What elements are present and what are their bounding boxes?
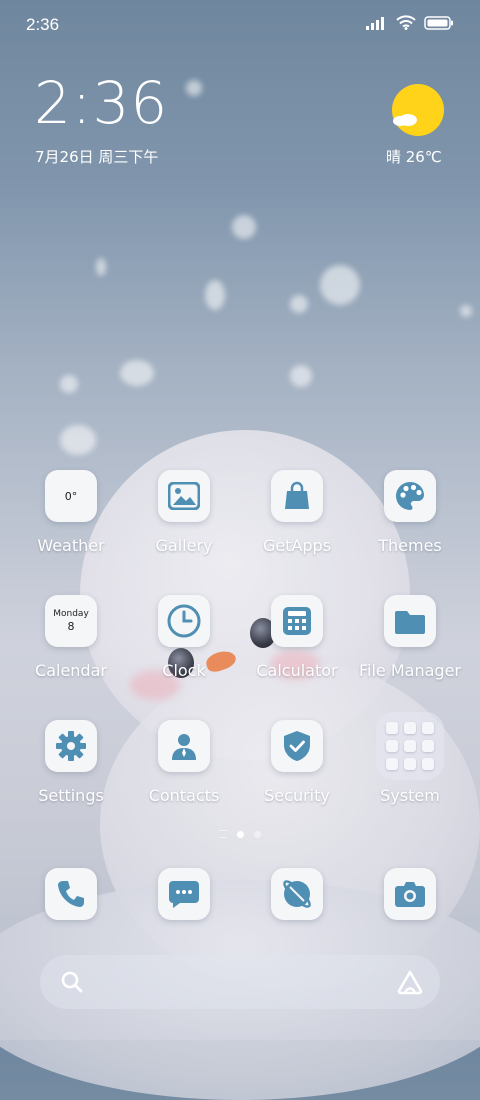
browser-icon[interactable] <box>271 868 323 920</box>
palette-icon[interactable] <box>384 470 436 522</box>
app-label-calculator: Calculator <box>256 661 338 680</box>
gallery-icon[interactable] <box>158 470 210 522</box>
page-dot-2[interactable] <box>254 830 261 838</box>
messages-icon[interactable] <box>158 868 210 920</box>
app-settings[interactable]: Settings <box>16 720 126 805</box>
app-label-contacts: Contacts <box>148 786 220 805</box>
app-calculator[interactable]: Calculator <box>242 595 352 680</box>
app-weather[interactable]: 0° Weather <box>16 470 126 555</box>
folder-icon[interactable] <box>384 595 436 647</box>
battery-icon <box>424 15 454 34</box>
app-label-themes: Themes <box>378 536 442 555</box>
app-label-file-manager: File Manager <box>359 661 461 680</box>
dock-browser[interactable] <box>242 868 352 920</box>
app-themes[interactable]: Themes <box>355 470 465 555</box>
status-bar: 2:36 <box>0 0 480 52</box>
search-bar[interactable] <box>40 955 440 1009</box>
calendar-icon-date: 8 <box>67 619 75 633</box>
app-label-weather: Weather <box>37 536 105 555</box>
app-label-gallery: Gallery <box>155 536 213 555</box>
app-label-security: Security <box>264 786 330 805</box>
app-getapps[interactable]: GetApps <box>242 470 352 555</box>
system-folder-icon[interactable] <box>376 712 444 780</box>
calculator-icon[interactable] <box>271 595 323 647</box>
search-icon[interactable] <box>60 970 84 994</box>
app-contacts[interactable]: Contacts <box>129 720 239 805</box>
app-clock[interactable]: Clock <box>129 595 239 680</box>
app-label-calendar: Calendar <box>35 661 107 680</box>
feed-page-indicator[interactable] <box>219 830 227 838</box>
weather-app-icon[interactable]: 0° <box>45 470 97 522</box>
dock-phone[interactable] <box>16 868 126 920</box>
cloud-icon <box>393 114 417 126</box>
shield-icon[interactable] <box>271 720 323 772</box>
app-label-settings: Settings <box>38 786 104 805</box>
shopping-bag-icon[interactable] <box>271 470 323 522</box>
gear-icon[interactable] <box>45 720 97 772</box>
sun-icon[interactable] <box>392 84 444 136</box>
app-security[interactable]: Security <box>242 720 352 805</box>
weather-summary: 晴 26℃ <box>386 148 442 166</box>
camera-icon[interactable] <box>384 868 436 920</box>
app-label-getapps: GetApps <box>262 536 332 555</box>
app-folder-system[interactable]: System <box>355 712 465 805</box>
app-label-system: System <box>380 786 440 805</box>
dock-messages[interactable] <box>129 868 239 920</box>
page-indicator[interactable] <box>0 830 480 838</box>
app-file-manager[interactable]: File Manager <box>355 595 465 680</box>
app-calendar[interactable]: Monday 8 Calendar <box>16 595 126 680</box>
contact-person-icon[interactable] <box>158 720 210 772</box>
status-time: 2:36 <box>26 15 60 34</box>
app-gallery[interactable]: Gallery <box>129 470 239 555</box>
page-dot-1[interactable] <box>237 830 244 838</box>
clock-widget-time[interactable]: 2:36 <box>34 74 168 132</box>
calendar-icon-day: Monday <box>53 609 89 619</box>
clock-icon[interactable] <box>158 595 210 647</box>
wifi-icon <box>396 15 416 34</box>
calendar-icon[interactable]: Monday 8 <box>45 595 97 647</box>
clock-widget-date: 7月26日 周三下午 <box>35 148 159 166</box>
weather-icon-temp: 0° <box>64 489 78 503</box>
assistant-icon[interactable] <box>396 969 424 995</box>
app-label-clock: Clock <box>162 661 206 680</box>
dock-camera[interactable] <box>355 868 465 920</box>
phone-icon[interactable] <box>45 868 97 920</box>
signal-icon <box>366 15 388 34</box>
